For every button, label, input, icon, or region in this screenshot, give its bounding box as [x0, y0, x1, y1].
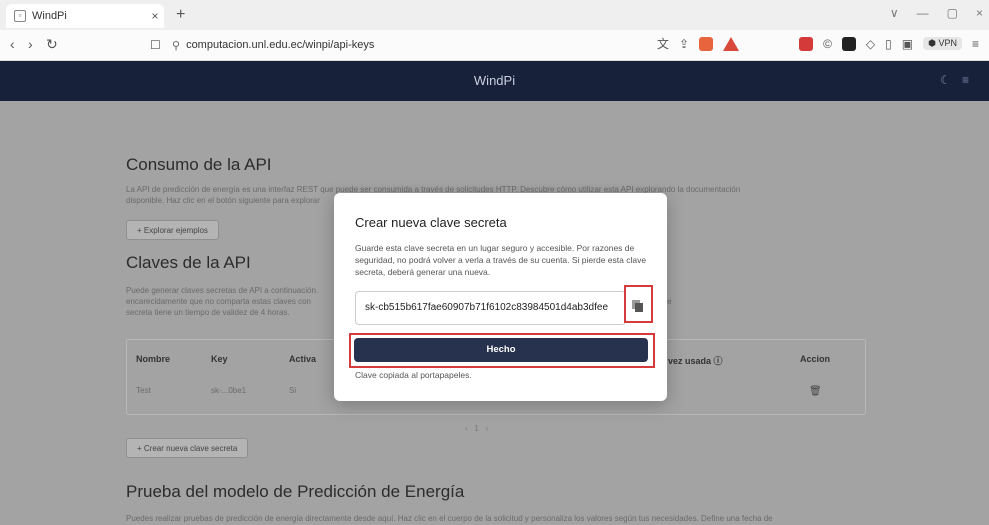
- claves-desc-line-3: secreta tiene un tiempo de validez de 4 …: [126, 308, 290, 317]
- th-nombre: Nombre: [136, 354, 171, 364]
- app-header: WindPi ☾ ≡: [0, 61, 989, 101]
- back-icon[interactable]: ‹: [10, 36, 15, 52]
- modal-title: Crear nueva clave secreta: [355, 215, 507, 230]
- minimize-icon[interactable]: —: [917, 6, 929, 20]
- vpn-button[interactable]: ⬢ VPN: [923, 37, 962, 50]
- consumo-desc-line-2: disponible. Haz clic en el botón siguien…: [126, 196, 320, 205]
- reload-icon[interactable]: ↻: [46, 36, 58, 53]
- extension-square-icon[interactable]: [841, 36, 856, 51]
- tab-close-icon[interactable]: ×: [146, 9, 164, 23]
- explore-examples-button[interactable]: + Explorar ejemplos: [126, 220, 219, 240]
- wallet-icon[interactable]: ▣: [902, 37, 913, 51]
- menu-icon[interactable]: ≡: [972, 37, 979, 51]
- browser-nav-bar: ‹ › ↻ ☐ ⚲ computacion.unl.edu.ec/winpi/a…: [0, 30, 989, 61]
- extensions-icon[interactable]: ◇: [866, 37, 875, 51]
- forward-icon[interactable]: ›: [28, 36, 33, 52]
- prueba-desc: Puedes realizar pruebas de predicción de…: [126, 514, 773, 523]
- window-controls: ∨ — ▢ ×: [890, 6, 983, 20]
- translate-icon[interactable]: 文: [657, 35, 669, 52]
- extension-m-icon[interactable]: [799, 36, 814, 51]
- pagination[interactable]: ‹ 1 ›: [465, 424, 488, 433]
- claves-title: Claves de la API: [126, 253, 251, 272]
- site-favicon-icon: ▫: [14, 10, 26, 22]
- new-tab-button[interactable]: +: [176, 6, 185, 24]
- row-activa: Si: [289, 386, 297, 395]
- extension-c-icon[interactable]: ©: [823, 37, 832, 51]
- hamburger-menu-icon[interactable]: ≡: [962, 73, 969, 87]
- browser-tab[interactable]: ▫ WindPi ×: [6, 4, 164, 28]
- address-bar[interactable]: ⚲ computacion.unl.edu.ec/winpi/api-keys: [172, 36, 374, 54]
- close-window-icon[interactable]: ×: [976, 6, 983, 20]
- tab-title: WindPi: [32, 10, 67, 22]
- tab-list-icon[interactable]: ∨: [890, 6, 899, 20]
- site-info-icon[interactable]: ⚲: [172, 39, 180, 52]
- row-nombre: Test: [136, 386, 151, 395]
- th-key: Key: [211, 354, 228, 364]
- browser-tab-bar: ▫ WindPi × + ∨ — ▢ ×: [0, 0, 989, 30]
- copy-icon[interactable]: [631, 299, 645, 313]
- secret-key-modal: Crear nueva clave secreta Guarde esta cl…: [334, 193, 667, 401]
- th-ultima-vez-usada: vez usada ⓘ: [668, 356, 723, 366]
- prueba-title: Prueba del modelo de Predicción de Energ…: [126, 482, 465, 501]
- brave-shield-icon[interactable]: [699, 36, 714, 51]
- create-secret-key-button[interactable]: + Crear nueva clave secreta: [126, 438, 249, 458]
- brave-rewards-icon[interactable]: [723, 36, 740, 51]
- app-title: WindPi: [473, 73, 516, 88]
- theme-toggle-icon[interactable]: ☾: [940, 73, 951, 87]
- consumo-title: Consumo de la API: [126, 155, 272, 174]
- maximize-icon[interactable]: ▢: [947, 6, 958, 20]
- share-icon[interactable]: ⇪: [679, 37, 689, 51]
- secret-key-field[interactable]: sk-cb515b617fae60907b71f6102c83984501d4a…: [355, 291, 626, 325]
- bookmark-icon[interactable]: ☐: [150, 38, 161, 52]
- url-text: computacion.unl.edu.ec/winpi/api-keys: [186, 39, 375, 51]
- modal-description: Guarde esta clave secreta en un lugar se…: [355, 243, 647, 277]
- th-activa: Activa: [289, 354, 317, 364]
- browser-toolbar: 文 ⇪ © ◇ ▯ ▣ ⬢ VPN ≡: [657, 35, 979, 52]
- copied-message: Clave copiada al portapapeles.: [355, 370, 472, 380]
- th-accion: Accion: [800, 354, 831, 364]
- row-key: sk-...0be1: [211, 386, 247, 395]
- sidebar-icon[interactable]: ▯: [885, 37, 892, 51]
- delete-key-icon[interactable]: 🗑: [809, 386, 822, 397]
- done-button[interactable]: Hecho: [354, 338, 648, 362]
